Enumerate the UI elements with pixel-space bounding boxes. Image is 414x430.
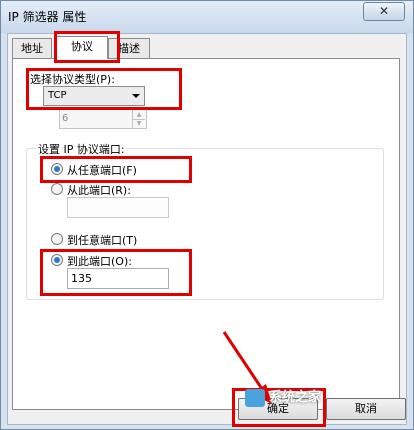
red-arrow-icon <box>222 331 272 404</box>
watermark-text: 系统之家 <box>269 390 322 405</box>
watermark: 系统之家 <box>245 386 321 407</box>
watermark-logo-icon <box>245 388 265 407</box>
